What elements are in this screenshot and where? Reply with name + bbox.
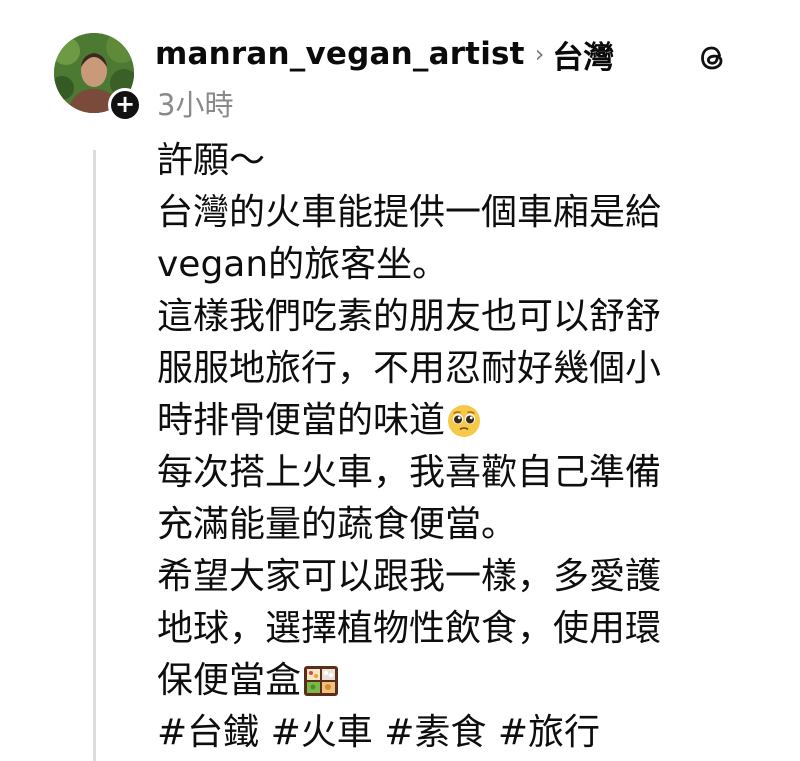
thread-line	[93, 150, 96, 761]
post-header: manran_vegan_artist › 台灣	[155, 26, 614, 82]
follow-button[interactable]: +	[108, 88, 142, 122]
bento-box-emoji-icon	[304, 666, 339, 696]
hashtag-link[interactable]: #台鐵	[157, 712, 259, 753]
body-line: 保便當盒	[157, 660, 302, 701]
topic-tag-link[interactable]: 台灣	[552, 32, 614, 77]
body-line: 服服地旅行，不用忍耐好幾個小	[157, 348, 662, 389]
body-line: 時排骨便當的味道	[157, 400, 446, 441]
hashtag-link[interactable]: #旅行	[498, 712, 600, 753]
body-line-with-emoji: 保便當盒	[157, 655, 777, 707]
hashtag-link[interactable]: #火車	[271, 712, 373, 753]
username-link[interactable]: manran_vegan_artist	[155, 36, 525, 72]
post-body: 許願～ 台灣的火車能提供一個車廂是給 vegan的旅客坐。 這樣我們吃素的朋友也…	[157, 135, 777, 759]
body-line: 台灣的火車能提供一個車廂是給	[157, 192, 662, 233]
body-line-with-emoji: 時排骨便當的味道	[157, 395, 777, 447]
hashtag-link[interactable]: #素食	[384, 712, 486, 753]
threads-logo-icon[interactable]	[695, 41, 729, 75]
plus-icon: +	[114, 90, 136, 118]
chevron-right-icon: ›	[534, 40, 545, 68]
body-line: 充滿能量的蔬食便當。	[157, 504, 518, 545]
pleading-face-emoji-icon	[448, 405, 481, 437]
post-timestamp: 3小時	[157, 88, 234, 122]
threads-post: + manran_vegan_artist › 台灣 3小時 許願～ 台灣的火車…	[0, 0, 800, 761]
body-line: vegan的旅客坐。	[157, 244, 449, 285]
body-line: 每次搭上火車，我喜歡自己準備	[157, 452, 662, 493]
body-line: 許願～	[157, 140, 266, 181]
body-line: 這樣我們吃素的朋友也可以舒舒	[157, 296, 662, 337]
hashtag-line: #台鐵 #火車 #素食 #旅行	[157, 707, 777, 759]
body-line: 希望大家可以跟我一樣，多愛護	[157, 556, 662, 597]
body-line: 地球，選擇植物性飲食，使用環	[157, 608, 662, 649]
